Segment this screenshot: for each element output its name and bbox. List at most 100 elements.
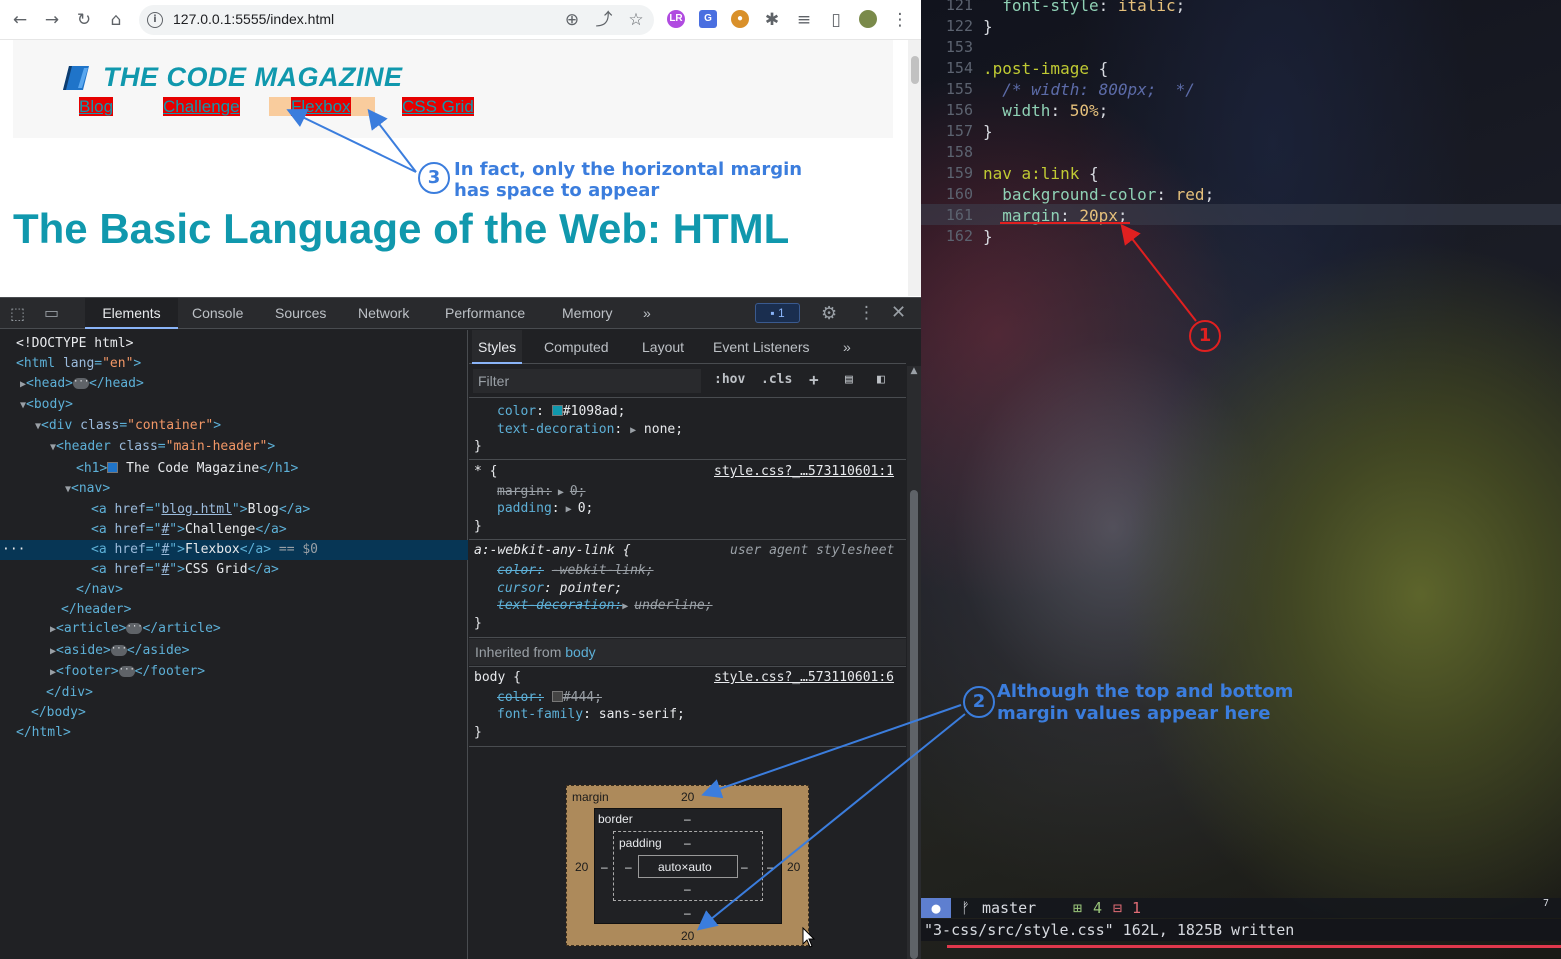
tab-performance[interactable]: Performance bbox=[438, 298, 532, 329]
subtab-styles[interactable]: Styles bbox=[472, 330, 523, 364]
tab-elements[interactable]: Elements bbox=[85, 298, 178, 329]
nav-link-challenge[interactable]: Challenge bbox=[163, 97, 240, 116]
rule2-color[interactable]: color: -webkit-link; bbox=[497, 562, 654, 580]
code-line[interactable]: background-color: red; bbox=[983, 184, 1214, 205]
content-size-value[interactable]: auto×auto bbox=[658, 860, 712, 874]
code-line[interactable]: } bbox=[983, 226, 993, 247]
dom-footer[interactable]: ▶<footer>···</footer> bbox=[0, 662, 468, 682]
border-right-value[interactable]: – bbox=[767, 860, 774, 874]
code-line[interactable]: /* width: 800px; */ bbox=[983, 79, 1195, 100]
browser-menu-icon[interactable]: ⋮ bbox=[888, 8, 912, 32]
margin-left-value[interactable]: 20 bbox=[575, 860, 588, 874]
rule2-cursor[interactable]: cursor: pointer; bbox=[497, 580, 622, 598]
rule3-source-link[interactable]: style.css?_…573110601:6 bbox=[714, 669, 894, 687]
media-control-icon[interactable]: ≡ bbox=[792, 8, 816, 32]
code-line[interactable]: } bbox=[983, 16, 993, 37]
rule2-text-decoration[interactable]: text-decoration:▶ underline; bbox=[497, 597, 713, 615]
dom-nav[interactable]: ▼<nav> bbox=[0, 479, 468, 499]
styles-scrollbar-thumb[interactable] bbox=[910, 490, 918, 959]
devtools-menu-icon[interactable]: ⋮ bbox=[858, 303, 875, 323]
code-line[interactable]: } bbox=[983, 121, 993, 142]
page-scrollbar-thumb[interactable] bbox=[911, 56, 919, 84]
rule0-text-decoration[interactable]: text-decoration: ▶ none; bbox=[497, 421, 683, 439]
hover-state-toggle[interactable]: :hov bbox=[714, 372, 745, 387]
dom-link-blog[interactable]: <a href="blog.html">Blog</a> bbox=[0, 500, 468, 520]
rule1-selector[interactable]: * { bbox=[474, 463, 497, 481]
dom-div-close[interactable]: </div> bbox=[0, 683, 468, 703]
dom-div-container[interactable]: ▼<div class="container"> bbox=[0, 416, 468, 436]
tab-console[interactable]: Console bbox=[185, 298, 250, 329]
nav-link-flexbox[interactable]: Flexbox bbox=[291, 97, 351, 116]
rule3-color[interactable]: color: #444; bbox=[497, 689, 602, 707]
border-top-value[interactable]: – bbox=[684, 812, 691, 826]
dom-link-css-grid[interactable]: <a href="#">CSS Grid</a> bbox=[0, 560, 468, 580]
back-icon[interactable]: ← bbox=[8, 8, 32, 32]
tab-memory[interactable]: Memory bbox=[555, 298, 620, 329]
lr-extension-icon[interactable]: LR bbox=[667, 10, 685, 28]
inspect-element-icon[interactable]: ⬚ bbox=[10, 304, 25, 323]
border-left-value[interactable]: – bbox=[601, 860, 608, 874]
dom-body[interactable]: ▼<body> bbox=[0, 395, 468, 415]
dom-html-close[interactable]: </html> bbox=[0, 723, 468, 743]
dom-article[interactable]: ▶<article>···</article> bbox=[0, 619, 468, 639]
dom-head[interactable]: ▶<head>···</head> bbox=[0, 374, 468, 394]
dom-aside[interactable]: ▶<aside>···</aside> bbox=[0, 641, 468, 661]
close-devtools-icon[interactable]: ✕ bbox=[891, 302, 906, 323]
new-rule-plus-icon[interactable]: + bbox=[809, 370, 819, 389]
color-swatch-icon[interactable] bbox=[551, 691, 563, 702]
tab-network[interactable]: Network bbox=[351, 298, 416, 329]
rule1-margin[interactable]: margin: ▶ 0; bbox=[497, 483, 586, 501]
dom-doctype[interactable]: <!DOCTYPE html> bbox=[0, 334, 468, 354]
border-bottom-value[interactable]: – bbox=[684, 906, 691, 920]
collapsed-ellipsis-icon[interactable]: ··· bbox=[73, 378, 89, 389]
styles-filter-input[interactable]: Filter bbox=[473, 369, 701, 393]
rule1-source-link[interactable]: style.css?_…573110601:1 bbox=[714, 463, 894, 481]
forward-icon[interactable]: → bbox=[40, 8, 64, 32]
dom-header-close[interactable]: </header> bbox=[0, 600, 468, 620]
dom-row-ellipsis-icon[interactable]: ··· bbox=[2, 540, 25, 560]
padding-left-value[interactable]: – bbox=[625, 860, 632, 874]
reload-icon[interactable]: ↻ bbox=[72, 8, 96, 32]
code-line[interactable]: .post-image { bbox=[983, 58, 1108, 79]
rule1-padding[interactable]: padding: ▶ 0; bbox=[497, 500, 593, 518]
dom-nav-close[interactable]: </nav> bbox=[0, 580, 468, 600]
subtab-event-listeners[interactable]: Event Listeners bbox=[707, 330, 816, 364]
collapsed-ellipsis-icon[interactable]: ··· bbox=[118, 666, 135, 677]
side-panel-icon[interactable]: ▯ bbox=[824, 8, 848, 32]
margin-bottom-value[interactable]: 20 bbox=[681, 929, 694, 943]
nav-link-css-grid[interactable]: CSS Grid bbox=[402, 97, 474, 116]
rule2-selector[interactable]: a:-webkit-any-link { bbox=[474, 542, 631, 560]
issues-badge[interactable]: ▪ 1 bbox=[755, 303, 800, 323]
dom-h1[interactable]: <h1> The Code Magazine</h1> bbox=[0, 459, 468, 479]
more-tabs-icon[interactable]: » bbox=[636, 298, 658, 329]
color-swatch-icon[interactable] bbox=[551, 405, 563, 416]
dom-header[interactable]: ▼<header class="main-header"> bbox=[0, 437, 468, 457]
dom-html-open[interactable]: <html lang="en"> bbox=[0, 354, 468, 374]
dom-link-flexbox-selected[interactable]: ··· <a href="#">Flexbox</a> == $0 bbox=[0, 540, 468, 560]
styles-scrollbar[interactable] bbox=[907, 366, 921, 959]
toggle-sidebar-icon[interactable]: ◧ bbox=[877, 372, 885, 387]
class-toggle[interactable]: .cls bbox=[761, 372, 792, 387]
padding-right-value[interactable]: – bbox=[741, 860, 748, 874]
margin-top-value[interactable]: 20 bbox=[681, 790, 694, 804]
device-toolbar-icon[interactable]: ▭ bbox=[44, 303, 59, 322]
collapsed-ellipsis-icon[interactable]: ··· bbox=[110, 645, 127, 656]
profile-avatar[interactable] bbox=[859, 10, 877, 28]
code-line[interactable]: font-style: italic; bbox=[983, 0, 1185, 16]
tab-sources[interactable]: Sources bbox=[268, 298, 333, 329]
code-line[interactable]: margin: 20px; bbox=[983, 205, 1127, 226]
share-icon[interactable]: ⤴ bbox=[592, 8, 616, 32]
site-info-icon[interactable]: i bbox=[147, 12, 163, 28]
rule0-color[interactable]: color: #1098ad; bbox=[497, 403, 625, 421]
bookmark-star-icon[interactable]: ☆ bbox=[624, 8, 648, 32]
settings-gear-icon[interactable]: ⚙ bbox=[821, 303, 837, 324]
dom-link-challenge[interactable]: <a href="#">Challenge</a> bbox=[0, 520, 468, 540]
paint-brush-icon[interactable]: ▤ bbox=[845, 372, 853, 387]
extensions-puzzle-icon[interactable]: ✱ bbox=[760, 8, 784, 32]
page-scrollbar[interactable] bbox=[908, 40, 921, 296]
subtab-computed[interactable]: Computed bbox=[538, 330, 615, 364]
scroll-up-icon[interactable]: ▲ bbox=[908, 366, 920, 376]
nav-link-blog[interactable]: Blog bbox=[79, 97, 114, 116]
dom-body-close[interactable]: </body> bbox=[0, 703, 468, 723]
padding-top-value[interactable]: – bbox=[684, 836, 691, 850]
